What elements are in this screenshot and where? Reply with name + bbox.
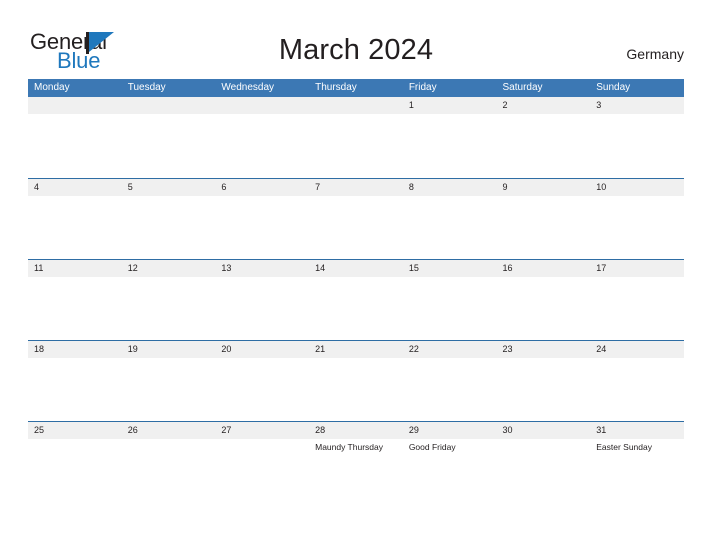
day-number: 15 [408, 263, 419, 273]
day-cell[interactable]: 15 [403, 260, 497, 277]
day-cell[interactable]: 5 [122, 179, 216, 196]
day-number: 4 [34, 182, 40, 192]
weekday-header-row: Monday Tuesday Wednesday Thursday Friday Satu… [28, 79, 684, 97]
day-cell[interactable]: 21 [309, 341, 403, 358]
day-number: 7 [315, 182, 321, 192]
day-number [128, 97, 216, 114]
day-number: 1 [408, 100, 414, 110]
day-cell[interactable]: 29 Good Friday [403, 422, 497, 453]
weekday-header-monday: Monday [34, 82, 70, 93]
day-number: 14 [315, 263, 326, 273]
day-cell[interactable]: 20 [215, 341, 309, 358]
day-number: 6 [221, 182, 227, 192]
day-cells: 18 19 20 21 22 23 24 [28, 341, 684, 358]
calendar-week-row: 18 19 20 21 22 23 24 [28, 340, 684, 421]
day-number [34, 97, 122, 114]
day-cell[interactable]: 24 [590, 341, 684, 358]
holiday-label: Maundy Thursday [315, 442, 383, 452]
day-number: 17 [596, 263, 607, 273]
day-cell[interactable]: 23 [497, 341, 591, 358]
day-cells: 4 5 6 7 8 9 10 [28, 179, 684, 196]
weekday-header-sunday: Sunday [596, 82, 631, 93]
calendar-week-row: 4 5 6 7 8 9 10 [28, 178, 684, 259]
calendar-week-row: 1 2 3 [28, 97, 684, 178]
day-cell[interactable]: 10 [590, 179, 684, 196]
day-cell[interactable]: 25 [28, 422, 122, 453]
day-cell[interactable]: 7 [309, 179, 403, 196]
day-cell[interactable]: 14 [309, 260, 403, 277]
day-number: 10 [596, 182, 607, 192]
calendar-grid: Monday Tuesday Wednesday Thursday Friday Satu… [28, 79, 684, 502]
day-events: Maundy Thursday [315, 439, 403, 453]
day-number: 12 [127, 263, 138, 273]
day-events: Good Friday [409, 439, 497, 453]
day-cell[interactable]: 2 [497, 97, 591, 114]
calendar-week-row: 11 12 13 14 15 16 17 [28, 259, 684, 340]
day-cell[interactable]: 16 [497, 260, 591, 277]
region-label: Germany [626, 46, 684, 62]
day-number: 31 [596, 425, 607, 435]
day-cell[interactable]: 19 [122, 341, 216, 358]
day-cell-empty [215, 97, 309, 114]
day-number: 18 [34, 344, 45, 354]
day-number: 19 [127, 344, 138, 354]
day-cell[interactable]: 6 [215, 179, 309, 196]
holiday-label: Easter Sunday [596, 442, 652, 452]
day-cell-empty [28, 97, 122, 114]
day-number: 8 [408, 182, 414, 192]
day-number: 30 [502, 425, 513, 435]
day-cell[interactable]: 28 Maundy Thursday [309, 422, 403, 453]
weekday-header-saturday: Saturday [502, 82, 543, 93]
day-cell[interactable]: 31 Easter Sunday [590, 422, 684, 453]
day-cell[interactable]: 13 [215, 260, 309, 277]
day-cell[interactable]: 4 [28, 179, 122, 196]
day-cell[interactable]: 12 [122, 260, 216, 277]
page-title: March 2024 [278, 34, 434, 66]
day-number: 27 [221, 425, 232, 435]
day-cell[interactable]: 1 [403, 97, 497, 114]
day-number: 26 [127, 425, 138, 435]
day-cell-empty [309, 97, 403, 114]
day-cell[interactable]: 17 [590, 260, 684, 277]
day-number: 16 [502, 263, 513, 273]
day-number: 13 [221, 263, 232, 273]
weekday-header-tuesday: Tuesday [127, 82, 166, 93]
day-number: 22 [408, 344, 419, 354]
day-number: 24 [596, 344, 607, 354]
day-number: 25 [34, 425, 45, 435]
calendar-week-row: 25 26 27 28 Maundy Thursday 29 Good Friday 30 31… [28, 421, 684, 502]
day-cell[interactable]: 11 [28, 260, 122, 277]
week-rows-container: 1 2 3 4 5 6 7 8 9 10 11 12 13 14 15 16 17 18 19 20 21 22 23 24 2… [28, 97, 684, 502]
page-header: General Blue March 2024 Germany [0, 0, 712, 79]
day-number: 23 [502, 344, 513, 354]
day-cell[interactable]: 26 [122, 422, 216, 453]
day-number: 5 [127, 182, 133, 192]
day-number: 28 [315, 425, 326, 435]
day-cells: 1 2 3 [28, 97, 684, 114]
day-number: 20 [221, 344, 232, 354]
day-cell[interactable]: 22 [403, 341, 497, 358]
day-number: 21 [315, 344, 326, 354]
day-cell[interactable]: 18 [28, 341, 122, 358]
day-number: 2 [502, 100, 508, 110]
day-cells: 11 12 13 14 15 16 17 [28, 260, 684, 277]
weekday-header-thursday: Thursday [315, 82, 357, 93]
day-cell-empty [122, 97, 216, 114]
weekday-header-wednesday: Wednesday [221, 82, 275, 93]
day-cell[interactable]: 9 [497, 179, 591, 196]
day-cell[interactable]: 3 [590, 97, 684, 114]
weekday-header-friday: Friday [408, 82, 437, 93]
day-number: 29 [408, 425, 419, 435]
day-cell[interactable]: 30 [497, 422, 591, 453]
day-cell[interactable]: 27 [215, 422, 309, 453]
day-number: 3 [596, 100, 602, 110]
day-number: 9 [502, 182, 508, 192]
day-number: 11 [34, 263, 44, 273]
day-events: Easter Sunday [596, 439, 684, 453]
day-cell[interactable]: 8 [403, 179, 497, 196]
day-cells: 25 26 27 28 Maundy Thursday 29 Good Friday 30 31… [28, 422, 684, 453]
day-number [315, 97, 403, 114]
holiday-label: Good Friday [408, 442, 456, 452]
day-number [221, 97, 309, 114]
